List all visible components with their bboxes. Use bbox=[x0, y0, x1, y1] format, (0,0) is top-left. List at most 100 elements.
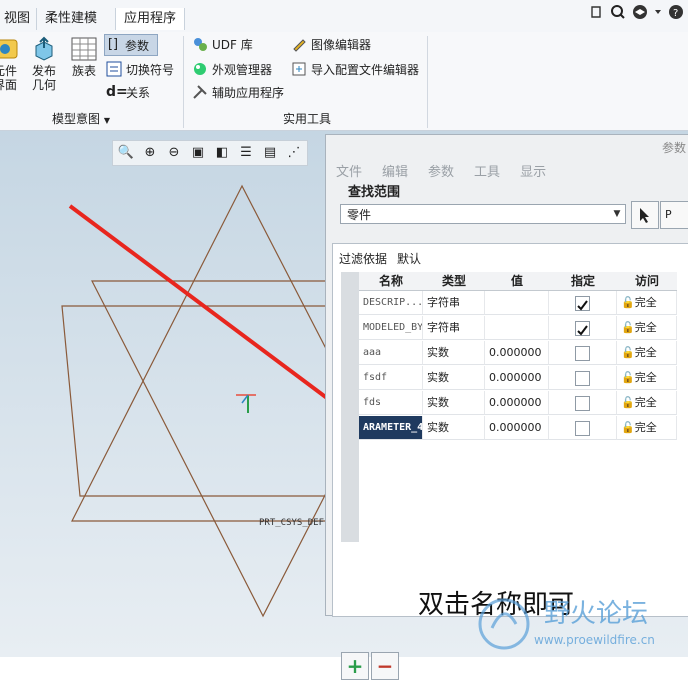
param-type-cell[interactable]: 字符串 bbox=[423, 316, 485, 340]
svg-text:?: ? bbox=[673, 8, 678, 19]
param-access-cell[interactable]: 🔓完全 bbox=[617, 416, 677, 440]
udf-library-button[interactable]: UDF 库 bbox=[192, 34, 253, 54]
appearance-manager-button[interactable]: 外观管理器 bbox=[192, 59, 272, 79]
designate-checkbox[interactable] bbox=[575, 396, 590, 411]
group-divider bbox=[183, 36, 184, 128]
parameters-panel: 过滤依据 默认 名称 类型 值 指定 访问 DESCRIP... 字符串 🔓完全 MO… bbox=[332, 243, 688, 680]
menu-tools[interactable]: 工具 bbox=[464, 157, 510, 181]
param-designate-cell[interactable] bbox=[549, 291, 617, 315]
param-value-cell[interactable]: 0.000000 bbox=[485, 366, 549, 390]
param-access-cell[interactable]: 🔓完全 bbox=[617, 366, 677, 390]
col-type[interactable]: 类型 bbox=[423, 272, 485, 291]
csys-label: PRT_CSYS_DEF bbox=[259, 518, 325, 528]
param-type-cell[interactable]: 实数 bbox=[423, 391, 485, 415]
cursor-arrow-icon bbox=[640, 208, 649, 223]
parameters-label: 参数 bbox=[125, 38, 150, 53]
param-value-cell[interactable]: 0.000000 bbox=[485, 416, 549, 440]
param-type-cell[interactable]: 字符串 bbox=[423, 291, 485, 315]
lock-icon: 🔓 bbox=[621, 396, 635, 409]
add-parameter-button[interactable]: + bbox=[341, 652, 369, 680]
image-editor-button[interactable]: 图像编辑器 bbox=[291, 34, 371, 54]
menu-display[interactable]: 显示 bbox=[510, 157, 556, 181]
param-designate-cell[interactable] bbox=[549, 416, 617, 440]
p-button-label: P bbox=[665, 208, 672, 221]
access-value: 完全 bbox=[634, 371, 657, 384]
family-table-button[interactable]: 族表 bbox=[67, 36, 101, 78]
lock-icon: 🔓 bbox=[621, 296, 635, 309]
param-name-cell[interactable]: aaa bbox=[359, 341, 423, 365]
lock-icon: 🔓 bbox=[621, 421, 635, 434]
param-access-cell[interactable]: 🔓完全 bbox=[617, 291, 677, 315]
auxiliary-applications-button[interactable]: 辅助应用程序 bbox=[192, 82, 284, 102]
group-divider-2 bbox=[427, 36, 428, 128]
auxiliary-applications-label: 辅助应用程序 bbox=[212, 85, 285, 100]
select-item-button[interactable] bbox=[631, 201, 659, 229]
p-button[interactable]: P bbox=[660, 201, 688, 229]
dialog-title: 参数 bbox=[661, 141, 686, 155]
import-config-editor-button[interactable]: 导入配置文件编辑器 bbox=[291, 59, 419, 79]
model-intent-group-label[interactable]: 模型意图 ▼ bbox=[52, 110, 110, 127]
param-name-cell[interactable]: DESCRIP... bbox=[359, 291, 423, 315]
param-name-cell[interactable]: ARAMETER_4 bbox=[359, 416, 423, 440]
look-in-select[interactable]: 零件 ▼ bbox=[340, 204, 626, 224]
param-type-cell[interactable]: 实数 bbox=[423, 341, 485, 365]
param-access-cell[interactable]: 🔓完全 bbox=[617, 391, 677, 415]
parameters-button[interactable]: [] 参数 bbox=[104, 34, 158, 56]
param-value-cell[interactable] bbox=[485, 291, 549, 315]
ribbon-panel: 元件 界面 发布 几何 族表 [] 参数 切换符号 d= 关系 模型意图 ▼ U… bbox=[0, 32, 688, 131]
help-question-icon[interactable]: ? bbox=[668, 4, 684, 20]
param-name-cell[interactable]: MODELED_BY bbox=[359, 316, 423, 340]
designate-checkbox[interactable] bbox=[575, 346, 590, 361]
menu-file[interactable]: 文件 bbox=[326, 157, 372, 181]
col-name[interactable]: 名称 bbox=[359, 272, 423, 291]
tab-applications[interactable]: 应用程序 bbox=[115, 8, 186, 30]
publish-geometry-icon bbox=[35, 36, 53, 61]
publish-geometry-button[interactable]: 发布 几何 bbox=[28, 36, 60, 92]
image-editor-label: 图像编辑器 bbox=[311, 37, 372, 52]
help-icon[interactable] bbox=[588, 4, 604, 20]
col-access[interactable]: 访问 bbox=[617, 272, 677, 291]
col-value[interactable]: 值 bbox=[485, 272, 549, 291]
filter-value[interactable]: 默认 bbox=[397, 250, 421, 267]
param-designate-cell[interactable] bbox=[549, 366, 617, 390]
param-name-cell[interactable]: fds bbox=[359, 391, 423, 415]
param-value-cell[interactable] bbox=[485, 316, 549, 340]
udf-library-label: UDF 库 bbox=[212, 37, 253, 52]
designate-checkbox[interactable] bbox=[575, 296, 590, 311]
switch-symbols-button[interactable]: 切换符号 bbox=[106, 59, 174, 79]
checkmark-icon bbox=[577, 325, 588, 336]
remove-parameter-button[interactable]: − bbox=[371, 652, 399, 680]
param-designate-cell[interactable] bbox=[549, 391, 617, 415]
param-type-cell[interactable]: 实数 bbox=[423, 366, 485, 390]
col-designate[interactable]: 指定 bbox=[549, 272, 617, 291]
utilities-group-label: 实用工具 bbox=[283, 112, 332, 126]
dropdown-icon[interactable] bbox=[654, 4, 662, 20]
designate-checkbox[interactable] bbox=[575, 371, 590, 386]
relations-label: 关系 bbox=[126, 85, 151, 100]
lock-icon: 🔓 bbox=[621, 346, 635, 359]
access-value: 完全 bbox=[634, 421, 657, 434]
search-icon[interactable] bbox=[610, 4, 626, 20]
menu-parameters[interactable]: 参数 bbox=[418, 157, 464, 181]
row-header-column bbox=[341, 272, 359, 542]
menu-edit[interactable]: 编辑 bbox=[372, 157, 418, 181]
param-value-cell[interactable]: 0.000000 bbox=[485, 391, 549, 415]
param-designate-cell[interactable] bbox=[549, 341, 617, 365]
designate-checkbox[interactable] bbox=[575, 321, 590, 336]
component-interface-button[interactable]: 元件 界面 bbox=[0, 36, 22, 92]
look-in-value: 零件 bbox=[347, 208, 372, 222]
watermark-url: www.proewildfire.cn bbox=[534, 633, 655, 647]
param-access-cell[interactable]: 🔓完全 bbox=[617, 316, 677, 340]
param-name-cell[interactable]: fsdf bbox=[359, 366, 423, 390]
param-value-cell[interactable]: 0.000000 bbox=[485, 341, 549, 365]
graduation-cap-icon[interactable] bbox=[632, 4, 648, 20]
tools-icon bbox=[193, 85, 207, 99]
param-designate-cell[interactable] bbox=[549, 316, 617, 340]
designate-checkbox[interactable] bbox=[575, 421, 590, 436]
tab-flexible-modeling[interactable]: 柔性建模 bbox=[36, 8, 105, 30]
tab-view[interactable]: 视图 bbox=[0, 8, 38, 30]
param-type-cell[interactable]: 实数 bbox=[423, 416, 485, 440]
param-access-cell[interactable]: 🔓完全 bbox=[617, 341, 677, 365]
parameters-dialog: 参数 文件 编辑 参数 工具 显示 查找范围 零件 ▼ P 过滤依据 默认 名称… bbox=[325, 134, 688, 680]
relations-button[interactable]: d= 关系 bbox=[106, 82, 150, 102]
